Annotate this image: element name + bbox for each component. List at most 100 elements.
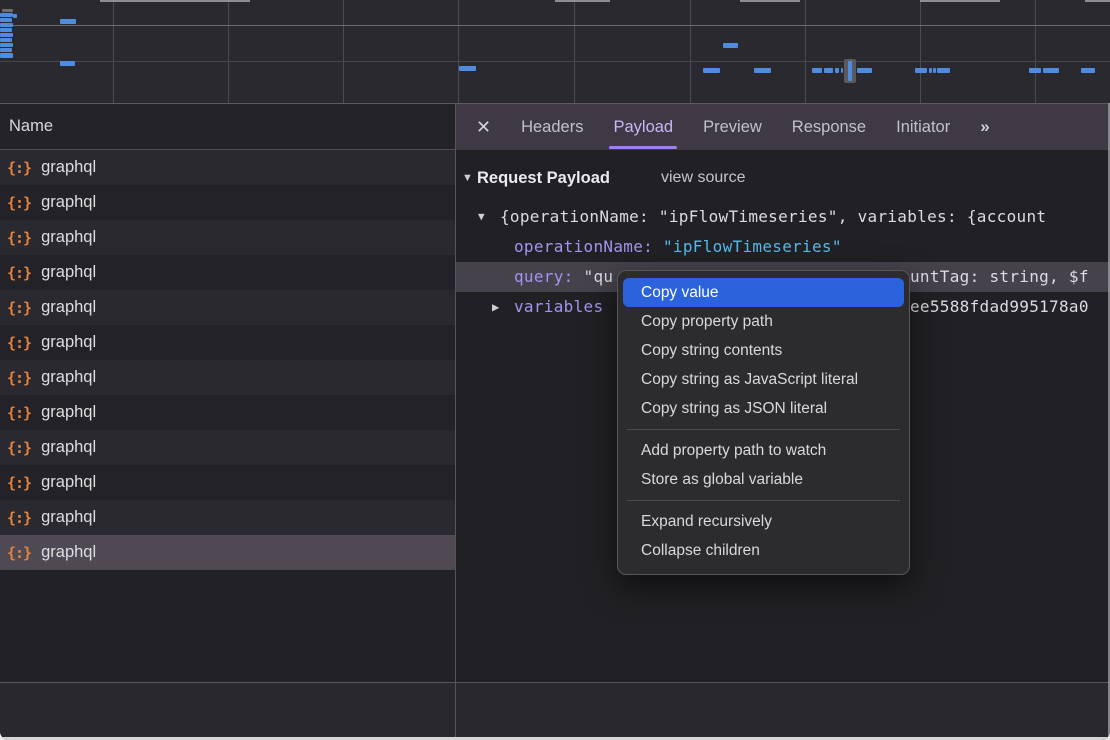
json-fetch-icon: {:}: [7, 264, 31, 282]
tab-payload[interactable]: Payload: [613, 104, 673, 150]
request-row[interactable]: {:} graphql: [0, 535, 455, 570]
menu-item-copy-value[interactable]: Copy value: [623, 278, 904, 307]
timeline-bar: [0, 53, 13, 58]
json-fetch-icon: {:}: [7, 509, 31, 527]
tab-underline: [609, 146, 677, 149]
menu-item-copy-property-path[interactable]: Copy property path: [618, 307, 909, 336]
cropped-toolbar-edge: [555, 0, 610, 2]
timeline-bar: [60, 61, 75, 66]
tab-underline: [699, 146, 766, 149]
tab-label: Headers: [521, 118, 583, 137]
menu-item-store-as-global-variable[interactable]: Store as global variable: [618, 465, 909, 494]
close-icon[interactable]: ✕: [476, 118, 491, 136]
menu-item-copy-string-as-javascript-literal[interactable]: Copy string as JavaScript literal: [618, 365, 909, 394]
view-source-link[interactable]: view source: [661, 162, 745, 194]
json-fetch-icon: {:}: [7, 369, 31, 387]
timeline-bar: [1043, 68, 1059, 73]
timeline-bar: [857, 68, 872, 73]
request-row[interactable]: {:}graphql: [0, 430, 455, 465]
tab-response[interactable]: Response: [792, 104, 866, 150]
tab-initiator[interactable]: Initiator: [896, 104, 950, 150]
timeline-bar: [13, 14, 17, 18]
property-value-right: ee5588fdad995178a0: [910, 292, 1089, 322]
grid-line: [920, 0, 921, 103]
request-row[interactable]: {:} graphql: [0, 150, 455, 185]
timeline-bar: [835, 68, 839, 73]
request-row[interactable]: {:}graphql: [0, 290, 455, 325]
grid-line: [228, 0, 229, 103]
request-name: graphql: [41, 158, 96, 177]
tab-underline: [892, 146, 954, 149]
operation-name-row[interactable]: operationName: "ipFlowTimeseries": [456, 232, 1110, 262]
tab-label: Initiator: [896, 118, 950, 137]
timeline-bar: [0, 38, 12, 42]
tab-preview[interactable]: Preview: [703, 104, 762, 150]
cropped-toolbar-edge: [920, 0, 1000, 2]
cropped-toolbar-edge: [740, 0, 800, 2]
payload-root-row[interactable]: ▼ {operationName: "ipFlowTimeseries", va…: [456, 202, 1110, 232]
menu-item-add-property-path-to-watch[interactable]: Add property path to watch: [618, 436, 909, 465]
cropped-toolbar-edge: [1085, 0, 1110, 2]
json-fetch-icon: {:}: [7, 159, 31, 177]
json-fetch-icon: {:}: [7, 229, 31, 247]
request-row[interactable]: {:}graphql: [0, 500, 455, 535]
timeline-bar: [723, 43, 738, 48]
menu-item-copy-string-contents[interactable]: Copy string contents: [618, 336, 909, 365]
menu-item-collapse-children[interactable]: Collapse children: [618, 536, 909, 565]
request-row[interactable]: {:}graphql: [0, 325, 455, 360]
grid-line: [343, 0, 344, 103]
network-overview[interactable]: [0, 0, 1110, 103]
context-menu: Copy valueCopy property pathCopy string …: [617, 270, 910, 575]
grid-line: [574, 0, 575, 103]
more-tabs-icon[interactable]: »: [980, 117, 987, 137]
name-column-label: Name: [9, 117, 53, 136]
section-title: Request Payload: [477, 162, 610, 194]
request-name: graphql: [41, 403, 96, 422]
collapse-triangle-icon[interactable]: ▼: [462, 162, 473, 194]
request-name: graphql: [41, 298, 96, 317]
panel-divider[interactable]: [455, 103, 456, 740]
payload-root-preview: {operationName: "ipFlowTimeseries", vari…: [500, 202, 1046, 232]
timeline-bar: [0, 23, 13, 27]
menu-item-copy-string-as-json-literal[interactable]: Copy string as JSON literal: [618, 394, 909, 423]
grid-line: [0, 25, 1110, 26]
menu-item-expand-recursively[interactable]: Expand recursively: [618, 507, 909, 536]
request-row[interactable]: {:}graphql: [0, 360, 455, 395]
timeline-bar: [824, 68, 833, 73]
timeline-bar: [754, 68, 771, 73]
request-row[interactable]: {:}graphql: [0, 185, 455, 220]
property-value-left: "qu: [584, 267, 614, 286]
request-name: graphql: [41, 543, 96, 562]
grid-line: [0, 61, 1110, 62]
menu-divider: [627, 500, 900, 501]
grid-line: [1035, 0, 1036, 103]
timeline-bar: [0, 18, 12, 22]
request-list: {:} graphql {:} graphql {:} graphql {:} graphql…: [0, 150, 455, 572]
timeline-bar: [459, 66, 476, 71]
grid-line: [458, 0, 459, 103]
tab-label: Preview: [703, 118, 762, 137]
json-fetch-icon: {:}: [7, 544, 31, 562]
request-row[interactable]: {:}graphql: [0, 255, 455, 290]
timeline-bar: [933, 68, 936, 73]
timeline-bar: [915, 68, 927, 73]
timeline-bar: [0, 13, 13, 17]
timeline-bar: [703, 68, 720, 73]
timeline-bar: [0, 43, 13, 47]
tab-underline: [517, 146, 587, 149]
request-row[interactable]: {:} graphql: [0, 220, 455, 255]
request-row[interactable]: {:}graphql: [0, 395, 455, 430]
collapsed-triangle-icon[interactable]: ▶: [492, 292, 500, 322]
json-fetch-icon: {:}: [7, 334, 31, 352]
timeline-bar: [0, 28, 12, 32]
name-column-header[interactable]: Name: [0, 103, 455, 150]
request-row[interactable]: {:}graphql: [0, 465, 455, 500]
tab-headers[interactable]: Headers: [521, 104, 583, 150]
expand-triangle-icon[interactable]: ▼: [478, 202, 485, 232]
property-key: variables: [514, 297, 603, 316]
request-payload-section[interactable]: ▼ Request Payload view source: [456, 162, 1110, 194]
grid-line: [805, 0, 806, 103]
request-name: graphql: [41, 228, 96, 247]
grid-line: [690, 0, 691, 103]
timeline-bar: [929, 68, 932, 73]
